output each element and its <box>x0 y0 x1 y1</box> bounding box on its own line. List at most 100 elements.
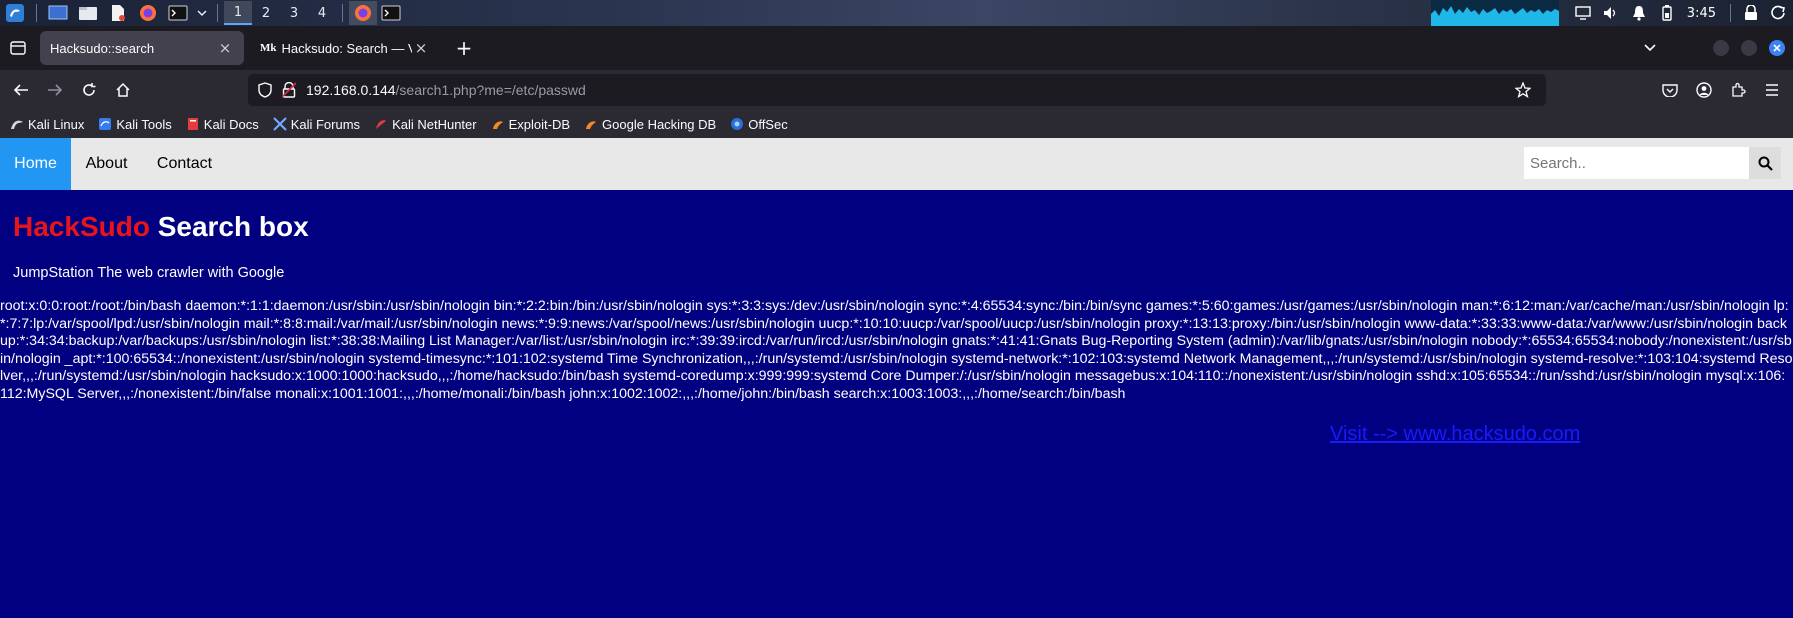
terminal-window-icon[interactable] <box>377 1 405 25</box>
arrow-right-icon <box>48 84 63 96</box>
visit-hacksudo-link[interactable]: Visit --> www.hacksudo.com <box>1330 423 1580 446</box>
bookmark-label: Kali Tools <box>116 116 172 132</box>
firefox-launcher-icon[interactable] <box>136 2 160 24</box>
kali-dragon-icon <box>10 117 24 131</box>
logout-icon[interactable] <box>1768 0 1790 26</box>
close-window-button[interactable] <box>1769 40 1785 56</box>
url-bar[interactable]: 192.168.0.144/search1.php?me=/etc/passwd <box>248 74 1546 106</box>
arrow-left-icon <box>13 84 28 96</box>
home-button[interactable] <box>108 75 138 105</box>
bookmark-label: Kali Forums <box>290 116 361 132</box>
url-host: 192.168.0.144 <box>306 82 396 98</box>
title-brand: HackSudo <box>13 211 150 242</box>
forward-button[interactable] <box>40 75 70 105</box>
maximize-button[interactable] <box>1741 40 1757 56</box>
bookmark-label: OffSec <box>748 116 788 132</box>
bookmark-google-hacking-db[interactable]: Google Hacking DB <box>584 117 716 132</box>
bookmark-kali-forums[interactable]: Kali Forums <box>272 116 361 132</box>
taskbar-separator <box>342 4 343 22</box>
site-topnav: Home About Contact <box>0 138 1793 190</box>
browser-nav-toolbar: 192.168.0.144/search1.php?me=/etc/passwd <box>0 70 1793 110</box>
search-button[interactable] <box>1749 147 1781 179</box>
bookmark-star-icon[interactable] <box>1512 79 1534 101</box>
bookmark-offsec[interactable]: OffSec <box>730 117 788 132</box>
shield-icon[interactable] <box>254 79 276 101</box>
file-manager-icon[interactable] <box>76 2 100 24</box>
site-search <box>1524 147 1781 179</box>
account-icon[interactable] <box>1689 75 1719 105</box>
bookmarks-toolbar: Kali Linux Kali Tools Kali Docs Kali For… <box>0 110 1793 138</box>
reload-icon <box>83 83 96 96</box>
kali-forums-icon <box>272 117 287 131</box>
nethunter-icon <box>374 117 388 131</box>
bookmark-label: Kali Linux <box>28 116 85 132</box>
bookmark-label: Kali Docs <box>203 116 259 132</box>
exploit-db-icon <box>491 117 505 131</box>
search-input[interactable] <box>1524 147 1749 179</box>
nav-about-link[interactable]: About <box>71 138 142 190</box>
lock-screen-icon[interactable] <box>1740 0 1762 26</box>
kali-tools-icon <box>98 117 112 131</box>
workspace-3[interactable]: 3 <box>280 1 308 25</box>
window-controls <box>1701 40 1785 56</box>
kali-menu-icon[interactable] <box>3 2 27 24</box>
insecure-lock-icon[interactable] <box>278 79 300 101</box>
home-icon <box>116 82 130 97</box>
notification-bell-icon[interactable] <box>1628 0 1650 26</box>
firefox-window-icon[interactable] <box>349 1 377 25</box>
text-editor-icon[interactable] <box>106 2 130 24</box>
passwd-file-output: root:x:0:0:root:/root:/bin/bash daemon:*… <box>0 298 1793 402</box>
page-subtitle: JumpStation The web crawler with Google <box>13 265 285 281</box>
tab-hacksudo-vuln[interactable]: Mk Hacksudo: Search — Vuln × <box>250 31 440 65</box>
new-tab-button[interactable]: + <box>448 32 480 64</box>
taskbar-separator <box>217 4 218 22</box>
tab-title: Hacksudo::search <box>50 40 155 56</box>
show-desktop-icon[interactable] <box>46 2 70 24</box>
ghdb-icon <box>584 117 598 131</box>
workspace-2[interactable]: 2 <box>252 1 280 25</box>
hamburger-menu-icon[interactable] <box>1757 75 1787 105</box>
offsec-icon <box>730 117 744 131</box>
taskbar-separator <box>36 4 37 22</box>
tab-close-icon[interactable]: × <box>216 39 234 57</box>
bookmark-label: Kali NetHunter <box>392 116 477 132</box>
nav-home-link[interactable]: Home <box>0 138 71 190</box>
page-title: HackSudo Search box <box>13 211 309 243</box>
taskbar-clock[interactable]: 3:45 <box>1687 6 1716 21</box>
battery-icon[interactable] <box>1656 0 1678 26</box>
minimize-button[interactable] <box>1713 40 1729 56</box>
workspace-4[interactable]: 4 <box>308 1 336 25</box>
display-icon[interactable] <box>1572 0 1594 26</box>
tab-title: Hacksudo: Search — Vuln <box>281 40 413 56</box>
back-button[interactable] <box>6 75 36 105</box>
kali-docs-icon <box>186 117 200 131</box>
bookmark-kali-linux[interactable]: Kali Linux <box>10 117 84 132</box>
close-icon <box>1773 44 1781 52</box>
firefox-view-icon[interactable] <box>2 32 34 64</box>
reload-button[interactable] <box>74 75 104 105</box>
workspace-1[interactable]: 1 <box>224 1 252 25</box>
taskbar-separator <box>1730 4 1731 22</box>
web-page: Home About Contact HackSudo Search box J… <box>0 138 1793 618</box>
title-rest: Search box <box>149 211 309 242</box>
url-path: /search1.php?me=/etc/passwd <box>395 82 586 98</box>
tab-hacksudo-search[interactable]: Hacksudo::search × <box>40 31 244 65</box>
browser-tab-strip: Hacksudo::search × Mk Hacksudo: Search —… <box>0 26 1793 70</box>
bookmark-kali-docs[interactable]: Kali Docs <box>186 117 259 132</box>
list-all-tabs-icon[interactable] <box>1635 32 1665 64</box>
system-taskbar: 1 2 3 4 3:45 <box>0 0 1793 26</box>
nav-contact-link[interactable]: Contact <box>142 138 227 190</box>
bookmark-kali-tools[interactable]: Kali Tools <box>98 116 172 132</box>
volume-icon[interactable] <box>1600 0 1622 26</box>
tab-close-icon[interactable]: × <box>412 39 430 57</box>
extensions-icon[interactable] <box>1723 75 1753 105</box>
bookmark-label: Exploit-DB <box>508 116 571 132</box>
pocket-icon[interactable] <box>1655 75 1685 105</box>
terminal-launcher-icon[interactable] <box>166 2 190 24</box>
bookmark-exploit-db[interactable]: Exploit-DB <box>491 117 570 132</box>
bookmark-kali-nethunter[interactable]: Kali NetHunter <box>374 117 477 132</box>
chevron-down-icon[interactable] <box>196 2 208 24</box>
search-icon <box>1758 156 1773 171</box>
bookmark-label: Google Hacking DB <box>602 116 717 132</box>
url-text[interactable]: 192.168.0.144/search1.php?me=/etc/passwd <box>306 82 586 98</box>
